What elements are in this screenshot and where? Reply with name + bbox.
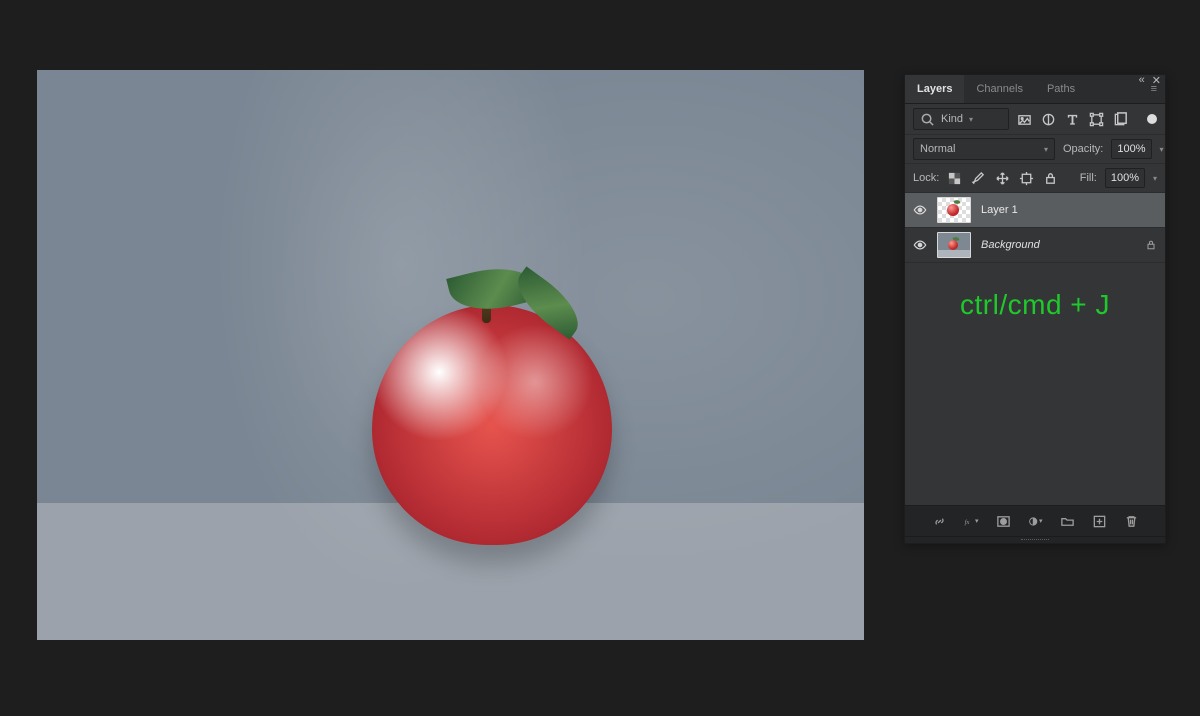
- blend-mode-value: Normal: [920, 143, 955, 155]
- delete-layer-icon[interactable]: [1124, 514, 1139, 529]
- new-layer-icon[interactable]: [1092, 514, 1107, 529]
- lock-label: Lock:: [913, 172, 939, 184]
- chevron-down-icon: ▾: [1044, 145, 1048, 154]
- filter-kind-dropdown[interactable]: Kind ▾: [913, 108, 1009, 130]
- chevron-down-icon[interactable]: ▾: [1153, 174, 1157, 183]
- image-apple: [372, 305, 612, 545]
- lock-icons: [947, 171, 1058, 186]
- filter-toggle-dot[interactable]: [1147, 114, 1157, 124]
- lock-paint-icon[interactable]: [971, 171, 986, 186]
- layer-name[interactable]: Background: [981, 239, 1040, 251]
- layer-mask-icon[interactable]: [996, 514, 1011, 529]
- chevron-down-icon[interactable]: ▾: [1160, 145, 1164, 154]
- close-icon[interactable]: ✕: [1152, 74, 1161, 87]
- lock-transparency-icon[interactable]: [947, 171, 962, 186]
- panel-resize-grip[interactable]: [905, 536, 1165, 543]
- tab-channels[interactable]: Channels: [964, 75, 1034, 103]
- layer-row[interactable]: Background: [905, 228, 1165, 263]
- shortcut-text: ctrl/cmd + J: [960, 289, 1110, 321]
- blend-mode-dropdown[interactable]: Normal ▾: [913, 138, 1055, 160]
- opacity-value-field[interactable]: 100%: [1111, 139, 1151, 159]
- filter-adjust-icon[interactable]: [1041, 112, 1056, 127]
- chevron-down-icon: ▾: [969, 115, 973, 124]
- filter-shape-icon[interactable]: [1089, 112, 1104, 127]
- filter-smart-icon[interactable]: [1113, 112, 1128, 127]
- lock-move-icon[interactable]: [995, 171, 1010, 186]
- panel-tabs: Layers Channels Paths ≡: [905, 75, 1165, 104]
- filter-type-icon[interactable]: [1065, 112, 1080, 127]
- layer-filter-row: Kind ▾: [905, 104, 1165, 135]
- layer-row[interactable]: Layer 1: [905, 193, 1165, 228]
- collapse-icon[interactable]: «: [1139, 74, 1145, 87]
- link-layers-icon[interactable]: [932, 514, 947, 529]
- lock-icon: [1145, 239, 1157, 251]
- layers-list: Layer 1 Background: [905, 193, 1165, 263]
- layer-name[interactable]: Layer 1: [981, 204, 1018, 216]
- tab-paths[interactable]: Paths: [1035, 75, 1087, 103]
- search-icon: [920, 112, 935, 127]
- layer-style-icon[interactable]: fx▾: [964, 514, 979, 529]
- lock-full-icon[interactable]: [1043, 171, 1058, 186]
- filter-type-icons: [1017, 112, 1128, 127]
- layer-thumbnail[interactable]: [937, 232, 971, 258]
- layers-panel: « ✕ Layers Channels Paths ≡ Kind ▾ Norma…: [904, 74, 1166, 544]
- filter-kind-label: Kind: [941, 113, 963, 125]
- opacity-label: Opacity:: [1063, 143, 1103, 155]
- visibility-icon[interactable]: [913, 203, 927, 217]
- new-group-icon[interactable]: [1060, 514, 1075, 529]
- lock-row: Lock: Fill: 100% ▾: [905, 164, 1165, 193]
- visibility-icon[interactable]: [913, 238, 927, 252]
- lock-artboard-icon[interactable]: [1019, 171, 1034, 186]
- tab-layers[interactable]: Layers: [905, 75, 964, 103]
- shortcut-annotation-area: ctrl/cmd + J: [905, 263, 1165, 505]
- svg-text:fx: fx: [964, 519, 969, 526]
- layers-footer: fx▾ ▾: [905, 505, 1165, 536]
- fill-value-field[interactable]: 100%: [1105, 168, 1145, 188]
- layer-thumbnail[interactable]: [937, 197, 971, 223]
- filter-pixel-icon[interactable]: [1017, 112, 1032, 127]
- blend-row: Normal ▾ Opacity: 100% ▾: [905, 135, 1165, 164]
- fill-label: Fill:: [1080, 172, 1097, 184]
- adjustment-layer-icon[interactable]: ▾: [1028, 514, 1043, 529]
- fill-value: 100%: [1111, 172, 1139, 184]
- document-canvas[interactable]: [37, 70, 864, 640]
- opacity-value: 100%: [1117, 143, 1145, 155]
